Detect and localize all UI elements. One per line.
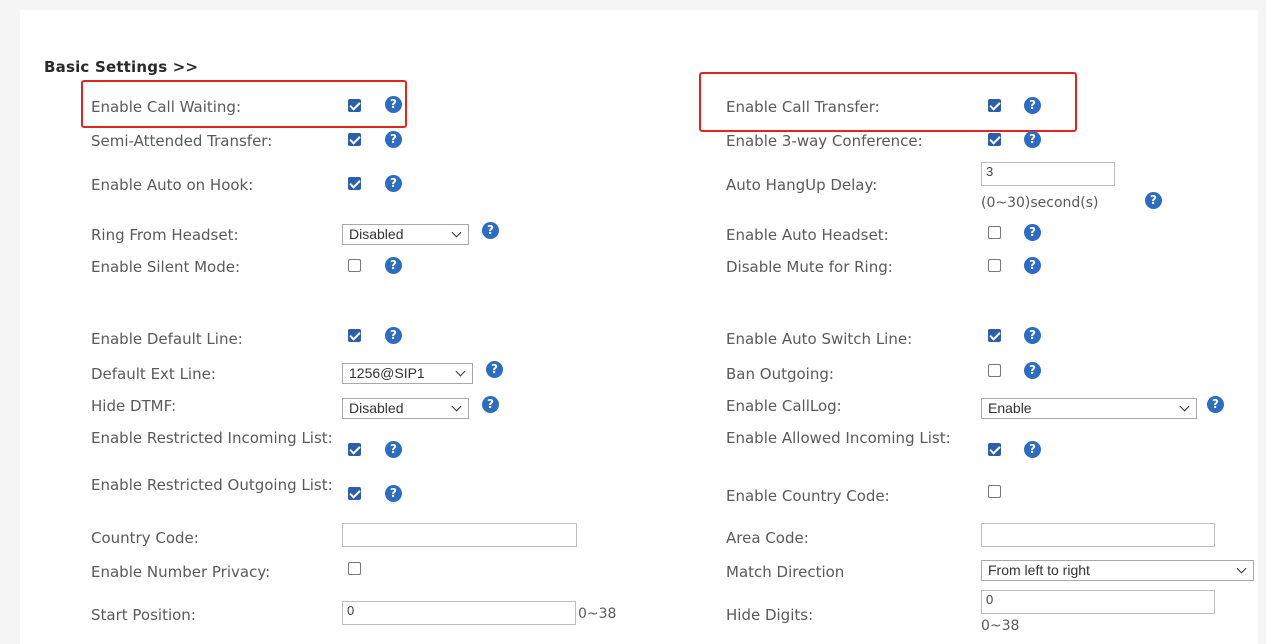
chevron-down-icon <box>451 401 462 412</box>
restricted-outgoing-checkbox[interactable] <box>348 487 361 500</box>
auto-on-hook-help-icon[interactable]: ? <box>385 175 402 192</box>
ring-from-headset-help-icon[interactable]: ? <box>482 222 499 239</box>
match-direction-label: Match Direction <box>726 563 845 581</box>
call-waiting-checkbox[interactable] <box>348 99 361 112</box>
restricted-incoming-label: Enable Restricted Incoming List: <box>91 429 333 447</box>
restricted-incoming-checkbox[interactable] <box>348 443 361 456</box>
default-line-checkbox[interactable] <box>348 329 361 342</box>
call-log-label: Enable CallLog: <box>726 397 842 415</box>
default-line-label: Enable Default Line: <box>91 330 243 348</box>
area-code-input[interactable] <box>981 523 1215 547</box>
section-title: Basic Settings >> <box>44 58 199 76</box>
allowed-incoming-checkbox[interactable] <box>988 443 1001 456</box>
three-way-conference-checkbox[interactable] <box>988 133 1001 146</box>
auto-hangup-delay-help-icon[interactable]: ? <box>1145 192 1162 209</box>
chevron-down-icon <box>1236 563 1247 574</box>
hide-digits-label: Hide Digits: <box>726 606 814 624</box>
default-ext-line-label: Default Ext Line: <box>91 365 216 383</box>
ban-outgoing-checkbox[interactable] <box>988 364 1001 377</box>
number-privacy-label: Enable Number Privacy: <box>91 563 271 581</box>
call-log-help-icon[interactable]: ? <box>1207 396 1224 413</box>
auto-hangup-delay-label: Auto HangUp Delay: <box>726 176 878 194</box>
mute-for-ring-help-icon[interactable]: ? <box>1024 257 1041 274</box>
hide-dtmf-help-icon[interactable]: ? <box>482 396 499 413</box>
ban-outgoing-help-icon[interactable]: ? <box>1024 362 1041 379</box>
number-privacy-checkbox[interactable] <box>348 562 361 575</box>
auto-headset-label: Enable Auto Headset: <box>726 226 889 244</box>
country-code-label: Country Code: <box>91 529 199 547</box>
ban-outgoing-label: Ban Outgoing: <box>726 365 834 383</box>
country-code-enable-label: Enable Country Code: <box>726 487 890 505</box>
call-log-select[interactable]: Enable <box>981 398 1197 419</box>
country-code-input[interactable] <box>342 523 577 547</box>
default-ext-line-select[interactable]: 1256@SIP1 <box>342 363 473 384</box>
call-log-value: Enable <box>988 400 1032 416</box>
mute-for-ring-checkbox[interactable] <box>988 259 1001 272</box>
allowed-incoming-help-icon[interactable]: ? <box>1024 441 1041 458</box>
start-position-label: Start Position: <box>91 606 196 624</box>
start-position-range: 0~38 <box>578 606 617 622</box>
chevron-down-icon <box>451 227 462 238</box>
auto-headset-help-icon[interactable]: ? <box>1024 224 1041 241</box>
semi-attended-transfer-help-icon[interactable]: ? <box>385 131 402 148</box>
hide-dtmf-value: Disabled <box>349 400 404 416</box>
three-way-conference-label: Enable 3-way Conference: <box>726 132 923 150</box>
restricted-outgoing-label: Enable Restricted Outgoing List: <box>91 476 333 494</box>
semi-attended-transfer-label: Semi-Attended Transfer: <box>91 132 273 150</box>
chevron-down-icon <box>1179 401 1190 412</box>
default-ext-line-value: 1256@SIP1 <box>349 365 425 381</box>
ring-from-headset-select[interactable]: Disabled <box>342 224 469 245</box>
hide-dtmf-label: Hide DTMF: <box>91 397 177 415</box>
country-code-enable-checkbox[interactable] <box>988 485 1001 498</box>
match-direction-value: From left to right <box>988 562 1090 578</box>
call-waiting-help-icon[interactable]: ? <box>385 96 402 113</box>
auto-switch-line-checkbox[interactable] <box>988 329 1001 342</box>
area-code-label: Area Code: <box>726 529 809 547</box>
ring-from-headset-value: Disabled <box>349 226 404 242</box>
start-position-input[interactable]: 0 <box>342 601 576 625</box>
call-transfer-help-icon[interactable]: ? <box>1024 97 1041 114</box>
auto-hangup-delay-input[interactable]: 3 <box>981 162 1115 186</box>
auto-switch-line-label: Enable Auto Switch Line: <box>726 330 913 348</box>
call-transfer-checkbox[interactable] <box>988 99 1001 112</box>
match-direction-select[interactable]: From left to right <box>981 560 1254 581</box>
auto-on-hook-label: Enable Auto on Hook: <box>91 176 254 194</box>
call-transfer-label: Enable Call Transfer: <box>726 98 880 116</box>
silent-mode-help-icon[interactable]: ? <box>385 257 402 274</box>
auto-switch-line-help-icon[interactable]: ? <box>1024 327 1041 344</box>
default-line-help-icon[interactable]: ? <box>385 327 402 344</box>
default-ext-line-help-icon[interactable]: ? <box>486 361 503 378</box>
auto-hangup-delay-hint: (0~30)second(s) <box>981 195 1099 211</box>
semi-attended-transfer-checkbox[interactable] <box>348 133 361 146</box>
auto-headset-checkbox[interactable] <box>988 226 1001 239</box>
mute-for-ring-label: Disable Mute for Ring: <box>726 258 893 276</box>
restricted-outgoing-help-icon[interactable]: ? <box>385 485 402 502</box>
allowed-incoming-label: Enable Allowed Incoming List: <box>726 429 951 447</box>
three-way-conference-help-icon[interactable]: ? <box>1024 131 1041 148</box>
ring-from-headset-label: Ring From Headset: <box>91 226 239 244</box>
hide-dtmf-select[interactable]: Disabled <box>342 398 469 419</box>
hide-digits-range: 0~38 <box>981 618 1020 634</box>
call-waiting-label: Enable Call Waiting: <box>91 98 241 116</box>
silent-mode-checkbox[interactable] <box>348 259 361 272</box>
silent-mode-label: Enable Silent Mode: <box>91 258 241 276</box>
hide-digits-input[interactable]: 0 <box>981 590 1215 614</box>
chevron-down-icon <box>455 366 466 377</box>
auto-on-hook-checkbox[interactable] <box>348 177 361 190</box>
restricted-incoming-help-icon[interactable]: ? <box>385 441 402 458</box>
